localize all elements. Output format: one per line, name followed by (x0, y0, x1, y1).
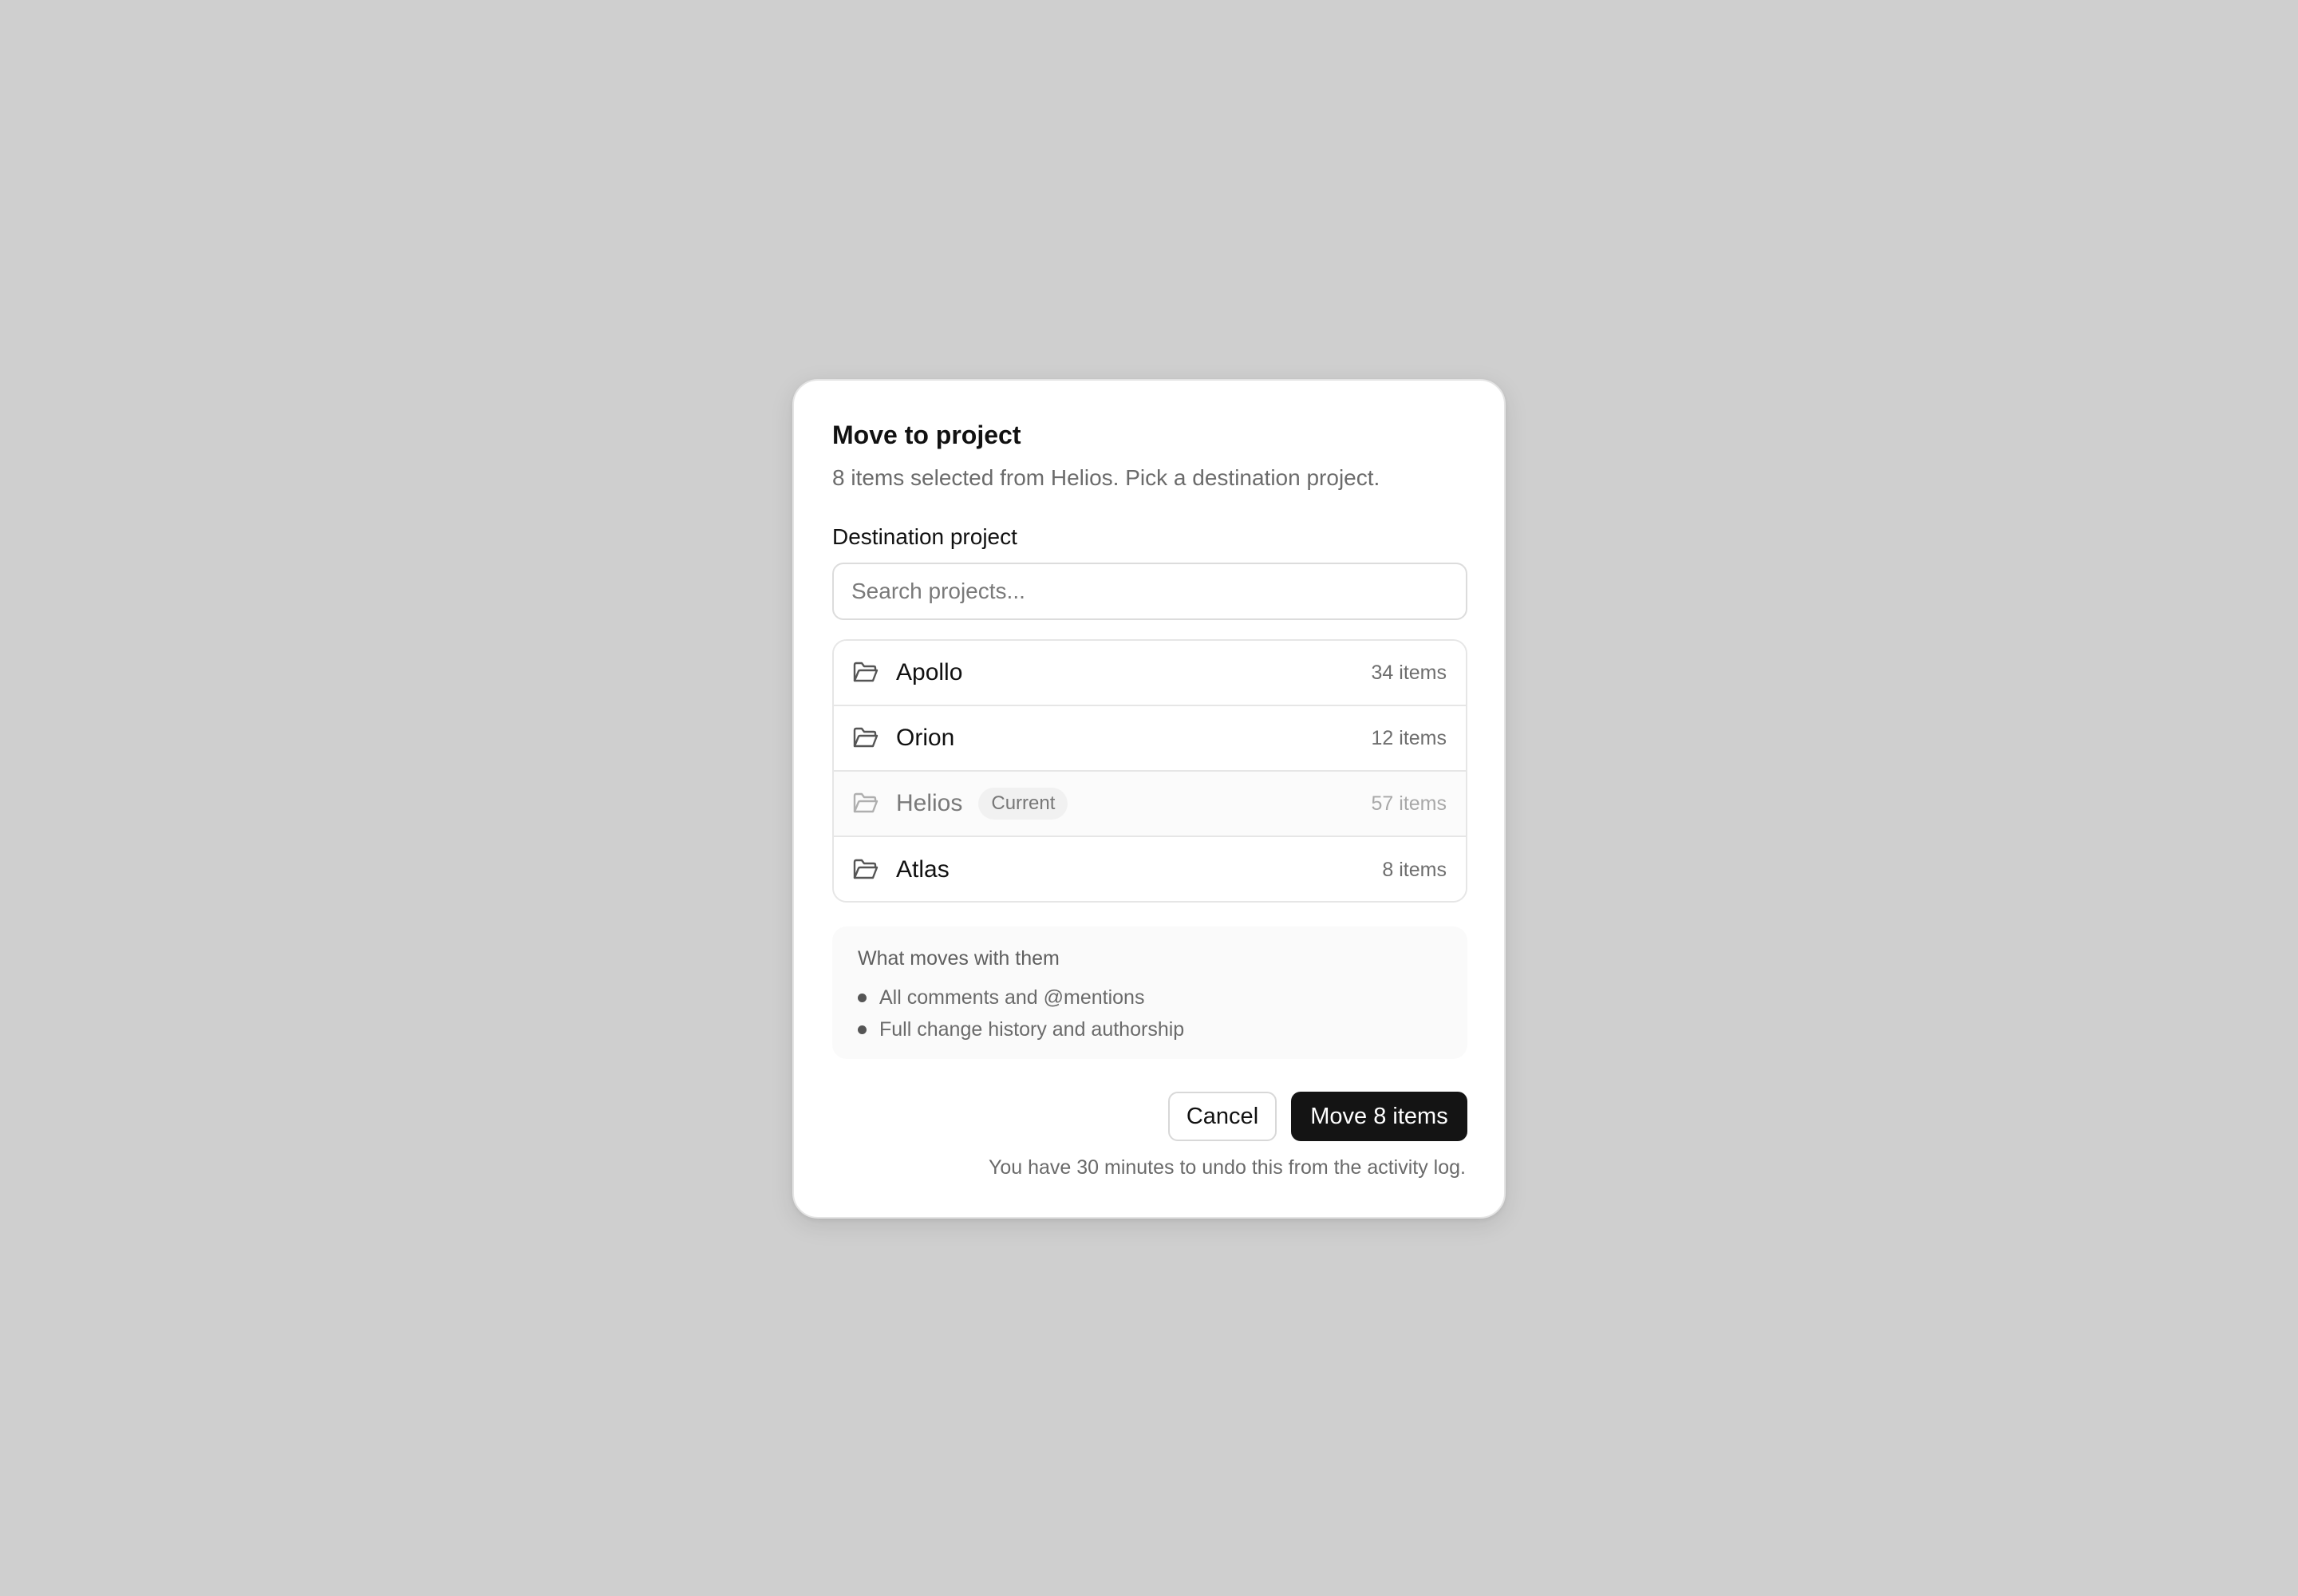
project-item-count: 34 items (1371, 661, 1447, 684)
destination-label: Destination project (832, 524, 1017, 549)
folder-icon (853, 662, 879, 684)
move-to-project-dialog: Move to project 8 items selected from He… (792, 379, 1506, 1219)
cancel-button[interactable]: Cancel (1168, 1092, 1277, 1141)
current-badge: Current (978, 788, 1068, 820)
project-row-apollo[interactable]: Apollo 34 items (834, 641, 1466, 706)
project-name: Apollo (896, 659, 963, 685)
dialog-title: Move to project (832, 421, 1021, 449)
folder-icon (853, 792, 879, 815)
what-moves-item-text: Full change history and authorship (879, 1017, 1185, 1041)
project-row-helios: Helios Current 57 items (834, 772, 1466, 837)
undo-footnote: You have 30 minutes to undo this from th… (988, 1156, 1466, 1179)
move-items-button[interactable]: Move 8 items (1291, 1092, 1467, 1141)
project-item-count: 8 items (1382, 858, 1447, 881)
project-list: Apollo 34 items Orion 12 items Helios Cu… (832, 639, 1467, 903)
project-row-orion[interactable]: Orion 12 items (834, 706, 1466, 772)
project-row-atlas[interactable]: Atlas 8 items (834, 837, 1466, 901)
bullet-icon (858, 1025, 867, 1034)
what-moves-item: Full change history and authorship (858, 1013, 1442, 1045)
what-moves-title: What moves with them (858, 947, 1060, 970)
project-name: Atlas (896, 856, 950, 883)
dialog-subtitle: 8 items selected from Helios. Pick a des… (832, 465, 1380, 490)
project-name: Helios (896, 790, 963, 816)
folder-icon (853, 859, 879, 881)
project-search-input[interactable] (832, 563, 1467, 620)
what-moves-panel: What moves with them All comments and @m… (832, 926, 1467, 1059)
project-item-count: 57 items (1371, 792, 1447, 815)
project-item-count: 12 items (1371, 726, 1447, 749)
folder-icon (853, 727, 879, 749)
bullet-icon (858, 993, 867, 1002)
project-name: Orion (896, 725, 955, 751)
what-moves-item-text: All comments and @mentions (879, 986, 1145, 1009)
what-moves-item: All comments and @mentions (858, 982, 1442, 1013)
